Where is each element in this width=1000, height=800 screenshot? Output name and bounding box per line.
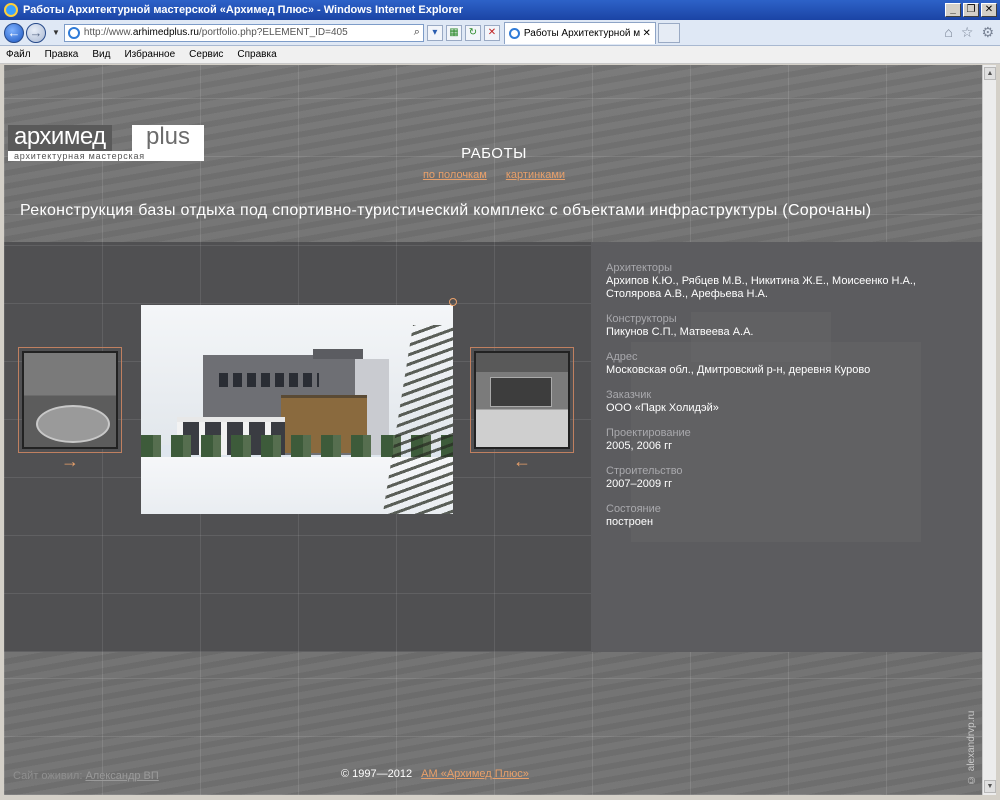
copyright: © 1997—2012 АМ «Архимед Плюс»	[341, 768, 529, 780]
tab-title: Работы Архитектурной ма...	[523, 27, 640, 39]
credit-link[interactable]: Александр ВП	[85, 770, 158, 782]
project-info-panel: Архитекторы Архипов К.Ю., Рябцев М.В., Н…	[606, 262, 926, 541]
site-credit: Сайт оживил: Александр ВП	[13, 770, 159, 782]
field-value: 2005, 2006 гг	[606, 440, 673, 452]
field-value: Московская обл., Дмитровский р-н, деревн…	[606, 364, 871, 376]
home-icon[interactable]: ⌂	[944, 24, 952, 41]
project-band: → ← Архитекторы Архипов К.Ю., Рябцев М.В…	[4, 242, 982, 652]
field-architects: Архитекторы Архипов К.Ю., Рябцев М.В., Н…	[606, 262, 926, 301]
copyright-link[interactable]: АМ «Архимед Плюс»	[421, 768, 529, 780]
menu-help[interactable]: Справка	[237, 49, 276, 60]
main-project-photo	[141, 305, 453, 514]
close-button[interactable]: ✕	[981, 3, 997, 17]
window-titlebar: Работы Архитектурной мастерской «Архимед…	[0, 0, 1000, 20]
refresh-icon[interactable]: ↻	[464, 24, 481, 41]
field-label: Состояние	[606, 503, 661, 515]
page-icon	[67, 26, 80, 39]
window-title: Работы Архитектурной мастерской «Архимед…	[23, 4, 464, 16]
logo-tagline: архитектурная мастерская	[8, 151, 204, 161]
address-dropdown-icon[interactable]: ▾	[426, 24, 443, 41]
field-label: Архитекторы	[606, 262, 672, 274]
search-icon[interactable]: ⌕	[414, 26, 420, 39]
navigation-bar: ← → ▼ http://www.arhimedplus.ru/portfoli…	[0, 20, 1000, 46]
field-value: ООО «Парк Холидэй»	[606, 402, 719, 414]
window-controls: _ ❐ ✕	[945, 3, 997, 17]
field-value: 2007–2009 гг	[606, 478, 673, 490]
field-label: Адрес	[606, 351, 638, 363]
logo-word-1: архимед	[8, 125, 112, 151]
scroll-up-icon[interactable]: ▲	[984, 67, 996, 80]
vertical-scrollbar[interactable]: ▲ ▼	[982, 65, 996, 795]
menu-tools[interactable]: Сервис	[189, 49, 223, 60]
photo-zoom-icon[interactable]	[449, 298, 457, 306]
maximize-button[interactable]: ❐	[963, 3, 979, 17]
prev-arrow[interactable]: →	[18, 451, 122, 472]
menu-bar: Файл Правка Вид Избранное Сервис Справка	[0, 46, 1000, 64]
tools-gear-icon[interactable]: ⚙	[981, 24, 994, 41]
view-pictures-link[interactable]: картинками	[506, 169, 565, 181]
photo-watermark: © alexandrvp.ru	[966, 710, 977, 785]
credit-label: Сайт оживил:	[13, 770, 83, 782]
ie-logo-icon	[4, 3, 18, 17]
new-tab-button[interactable]	[657, 22, 680, 43]
address-url[interactable]: http://www.arhimedplus.ru/portfolio.php?…	[84, 27, 414, 38]
view-mode-links: по полочкам картинками	[344, 169, 644, 181]
tab-active[interactable]: Работы Архитектурной ма... ✕	[503, 21, 656, 44]
site-logo[interactable]: архимед plus архитектурная мастерская	[8, 125, 204, 161]
view-shelves-link[interactable]: по полочкам	[423, 169, 487, 181]
field-label: Строительство	[606, 465, 683, 477]
menu-view[interactable]: Вид	[92, 49, 110, 60]
gallery-area: → ←	[4, 242, 591, 652]
menu-file[interactable]: Файл	[6, 49, 31, 60]
stop-icon[interactable]: ✕	[483, 24, 500, 41]
back-button[interactable]: ←	[4, 22, 24, 43]
history-dropdown-icon[interactable]: ▼	[52, 28, 60, 37]
address-bar[interactable]: http://www.arhimedplus.ru/portfolio.php?…	[63, 23, 424, 42]
toolbar-icons: ⌂ ☆ ⚙	[944, 24, 994, 41]
field-status: Состояние построен	[606, 503, 926, 529]
next-project-thumbnail[interactable]	[470, 347, 574, 453]
menu-edit[interactable]: Правка	[45, 49, 79, 60]
section-title: РАБОТЫ	[461, 145, 527, 162]
field-engineers: Конструкторы Пикунов С.П., Матвеева А.А.	[606, 313, 926, 339]
copyright-text: © 1997—2012	[341, 768, 413, 780]
field-label: Конструкторы	[606, 313, 677, 325]
menu-favorites[interactable]: Избранное	[124, 49, 175, 60]
field-label: Заказчик	[606, 389, 652, 401]
thumbnail-image	[22, 351, 118, 449]
field-label: Проектирование	[606, 427, 691, 439]
field-construction-years: Строительство 2007–2009 гг	[606, 465, 926, 491]
thumbnail-image	[474, 351, 570, 449]
next-arrow[interactable]: ←	[470, 451, 574, 472]
page-viewport: архимед plus архитектурная мастерская РА…	[4, 65, 982, 795]
field-client: Заказчик ООО «Парк Холидэй»	[606, 389, 926, 415]
favorites-star-icon[interactable]: ☆	[961, 24, 974, 41]
tab-close-icon[interactable]: ✕	[643, 28, 651, 39]
field-design-years: Проектирование 2005, 2006 гг	[606, 427, 926, 453]
field-value: построен	[606, 516, 654, 528]
project-title: Реконструкция базы отдыха под спортивно-…	[20, 202, 872, 219]
scroll-down-icon[interactable]: ▼	[984, 780, 996, 793]
compatibility-view-icon[interactable]: ▦	[445, 24, 462, 41]
prev-project-thumbnail[interactable]	[18, 347, 122, 453]
field-value: Архипов К.Ю., Рябцев М.В., Никитина Ж.Е.…	[606, 275, 916, 300]
field-address: Адрес Московская обл., Дмитровский р-н, …	[606, 351, 926, 377]
logo-word-2: plus	[132, 125, 204, 151]
tab-page-icon	[508, 27, 520, 39]
minimize-button[interactable]: _	[945, 3, 961, 17]
field-value: Пикунов С.П., Матвеева А.А.	[606, 326, 754, 338]
forward-button[interactable]: →	[26, 22, 46, 43]
